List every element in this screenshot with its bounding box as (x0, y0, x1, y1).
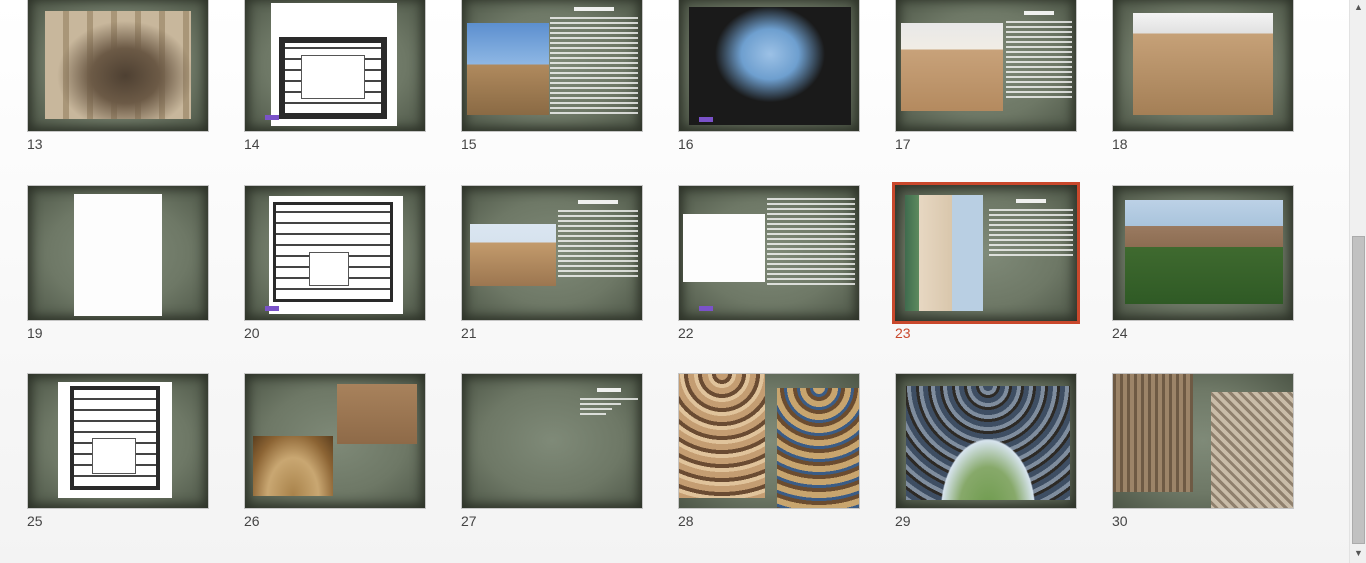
stucco-panel-photo (1211, 392, 1293, 508)
slide-canvas (678, 373, 860, 509)
slide-number: 25 (27, 513, 43, 529)
slide-canvas (461, 373, 643, 509)
slide-number: 18 (1112, 136, 1128, 152)
slide-thumbnail-26[interactable]: 26 (244, 373, 426, 529)
iwan-garden-photo (905, 195, 983, 311)
floor-plan-image (271, 3, 397, 126)
carved-arch-photo (253, 436, 333, 496)
carved-mihrab-photo (1113, 374, 1193, 492)
slide-text-block (580, 388, 638, 418)
slide-canvas (1112, 185, 1294, 321)
slide-number: 20 (244, 325, 260, 341)
mosque-landscape-photo (1125, 200, 1283, 304)
slide-text-block (558, 200, 638, 280)
iwan-photo (470, 224, 556, 286)
slide-thumbnail-23[interactable]: 23 (892, 182, 1080, 341)
scrollbar-track[interactable] (1352, 16, 1365, 546)
hyperlink-icon[interactable] (699, 306, 713, 311)
slide-thumbnail-14[interactable]: 14 (244, 0, 426, 152)
slide-number: 26 (244, 513, 260, 529)
slide-canvas (1112, 373, 1294, 509)
slide-thumbnail-25[interactable]: 25 (27, 373, 209, 529)
slide-text-block (767, 198, 855, 288)
arcade-building-photo (1133, 13, 1273, 115)
slide-number: 29 (895, 513, 911, 529)
slide-number: 21 (461, 325, 477, 341)
slide-thumbnail-16[interactable]: 16 (678, 0, 860, 152)
slide-number: 28 (678, 513, 694, 529)
slide-number: 15 (461, 136, 477, 152)
slide-text-block (550, 7, 638, 117)
mosque-courtyard-photo (467, 23, 549, 115)
slide-number: 23 (895, 325, 911, 341)
hyperlink-icon[interactable] (265, 306, 279, 311)
slide-thumbnail-13[interactable]: 13 (27, 0, 209, 152)
slide-thumbnail-15[interactable]: 15 (461, 0, 643, 152)
slide-canvas (895, 0, 1077, 132)
vertical-scrollbar[interactable]: ▲ ▼ (1349, 0, 1366, 563)
slide-text-block (1006, 11, 1072, 101)
slide-number: 16 (678, 136, 694, 152)
ornament-drawings-image (74, 194, 162, 316)
slide-canvas (461, 185, 643, 321)
slide-thumbnail-21[interactable]: 21 (461, 185, 643, 341)
slide-thumbnail-24[interactable]: 24 (1112, 185, 1294, 341)
slide-canvas (1112, 0, 1294, 132)
hyperlink-icon[interactable] (265, 115, 279, 120)
slide-canvas (27, 0, 209, 132)
slide-thumbnail-19[interactable]: 19 (27, 185, 209, 341)
arched-corridor-photo (45, 11, 191, 119)
slide-sorter-pane[interactable]: 13 14 15 16 17 18 19 20 21 22 23 24 25 2… (0, 0, 1349, 563)
arrow-up-icon[interactable]: ▲ (1353, 2, 1364, 13)
slide-thumbnail-22[interactable]: 22 (678, 185, 860, 341)
slide-number: 27 (461, 513, 477, 529)
slide-canvas (244, 0, 426, 132)
slide-number: 24 (1112, 325, 1128, 341)
muqarnas-ceiling-photo (679, 374, 765, 498)
floor-plan-image (269, 196, 403, 314)
slide-canvas (244, 373, 426, 509)
slide-thumbnail-20[interactable]: 20 (244, 185, 426, 341)
slide-text-block (989, 199, 1073, 259)
slide-number: 30 (1112, 513, 1128, 529)
slide-canvas (895, 373, 1077, 509)
axonometric-drawing-image (683, 214, 765, 282)
slide-canvas (27, 185, 209, 321)
slide-number: 13 (27, 136, 43, 152)
slide-thumbnail-27[interactable]: 27 (461, 373, 643, 529)
vaulted-arch-photo (906, 386, 1070, 500)
slide-thumbnail-28[interactable]: 28 (678, 373, 860, 529)
slide-thumbnail-18[interactable]: 18 (1112, 0, 1294, 152)
slide-canvas (678, 185, 860, 321)
adobe-building-photo (901, 23, 1003, 111)
tiled-dome-photo (777, 388, 859, 508)
slide-canvas (678, 0, 860, 132)
slide-canvas (461, 0, 643, 132)
slide-number: 17 (895, 136, 911, 152)
slide-canvas (892, 182, 1080, 324)
slide-number: 14 (244, 136, 260, 152)
slide-canvas (27, 373, 209, 509)
scrollbar-thumb[interactable] (1352, 236, 1365, 544)
mihrab-photo (337, 384, 417, 444)
slide-thumbnail-17[interactable]: 17 (895, 0, 1077, 152)
slide-canvas (244, 185, 426, 321)
slide-number: 19 (27, 325, 43, 341)
arrow-down-icon[interactable]: ▼ (1353, 548, 1364, 559)
arch-view-photo (689, 7, 851, 125)
hyperlink-icon[interactable] (699, 117, 713, 122)
slide-thumbnail-30[interactable]: 30 (1112, 373, 1294, 529)
slide-number: 22 (678, 325, 694, 341)
slide-thumbnail-29[interactable]: 29 (895, 373, 1077, 529)
floor-plan-image (58, 382, 172, 498)
